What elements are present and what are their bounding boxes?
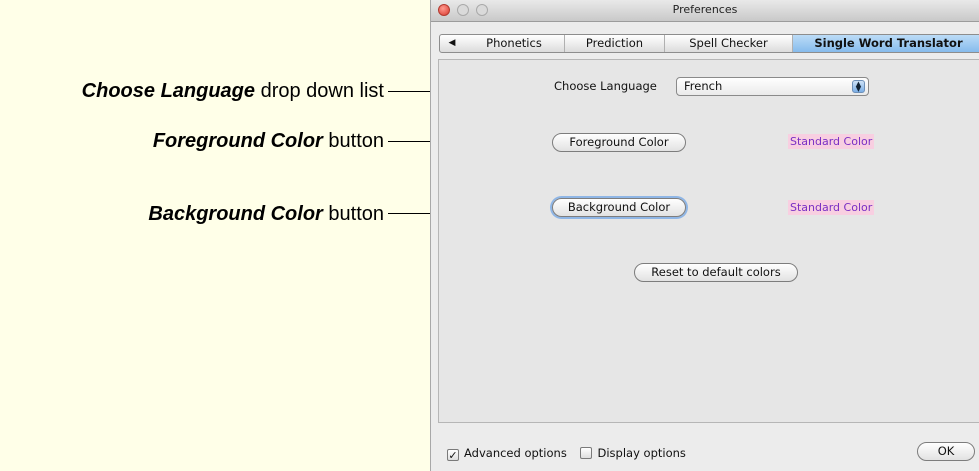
tab-prediction[interactable]: Prediction bbox=[564, 35, 664, 52]
annotation-text: button bbox=[322, 130, 384, 152]
annotation-bold: Background Color bbox=[148, 203, 323, 225]
foreground-color-swatch: Standard Color bbox=[788, 134, 875, 149]
ok-button[interactable]: OK bbox=[917, 442, 975, 461]
choose-language-label: Choose Language bbox=[554, 79, 657, 93]
annotation-foreground-color: Foreground Color button bbox=[153, 129, 384, 153]
tab-scroll-left-icon[interactable]: ◀ bbox=[440, 35, 464, 52]
annotation-text: drop down list bbox=[255, 80, 384, 102]
language-value: French bbox=[684, 79, 723, 93]
annotation-bold: Foreground Color bbox=[152, 130, 323, 152]
background-color-button[interactable]: Background Color bbox=[552, 198, 686, 217]
window-title: Preferences bbox=[672, 3, 738, 16]
display-options-checkbox[interactable] bbox=[580, 447, 593, 459]
annotation-text: button bbox=[322, 203, 384, 225]
annotation-background-color: Background Color button bbox=[148, 202, 384, 226]
advanced-options-checkbox[interactable]: ✓ bbox=[447, 449, 459, 462]
tab-bar: ◀ Phonetics Prediction Spell Checker Sin… bbox=[439, 34, 979, 53]
translator-panel: Choose Language French ▲ ▼ Foreground Col… bbox=[438, 59, 979, 423]
preferences-window: Preferences ◀ Phonetics Prediction Spell… bbox=[430, 0, 979, 471]
annotation-bold: Choose Language bbox=[81, 80, 256, 102]
foreground-color-button[interactable]: Foreground Color bbox=[552, 133, 686, 152]
display-options-label: Display options bbox=[597, 446, 686, 460]
tab-phonetics[interactable]: Phonetics bbox=[464, 35, 564, 52]
background-color-swatch: Standard Color bbox=[788, 200, 875, 215]
tab-spell-checker[interactable]: Spell Checker bbox=[664, 35, 792, 52]
annotation-choose-language: Choose Language drop down list bbox=[82, 79, 384, 103]
advanced-options-label: Advanced options bbox=[464, 446, 567, 460]
reset-default-colors-button[interactable]: Reset to default colors bbox=[634, 263, 798, 282]
title-bar: Preferences bbox=[431, 0, 979, 22]
footer-options: ✓ Advanced options Display options bbox=[447, 446, 686, 462]
updown-arrows-icon: ▲ ▼ bbox=[852, 80, 865, 93]
tab-single-word-translator[interactable]: Single Word Translator bbox=[792, 35, 979, 52]
choose-language-select[interactable]: French ▲ ▼ bbox=[676, 77, 869, 96]
